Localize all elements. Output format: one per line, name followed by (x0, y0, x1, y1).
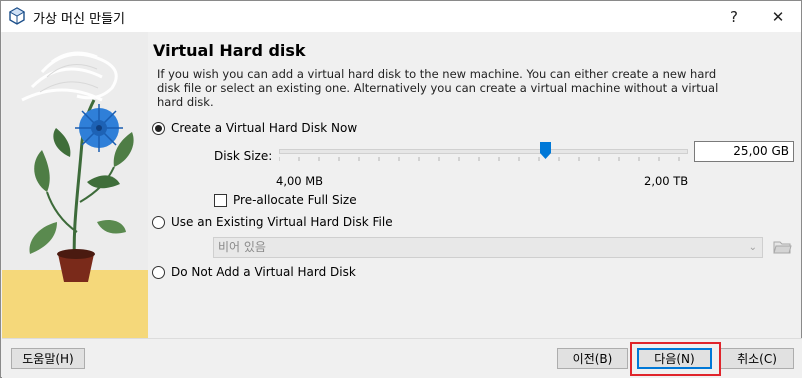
slider-thumb[interactable] (540, 142, 551, 159)
page-title: Virtual Hard disk (153, 41, 306, 60)
back-button[interactable]: 이전(B) (557, 348, 628, 369)
existing-disk-combo-value: 비어 있음 (218, 240, 266, 254)
option-do-not-add[interactable]: Do Not Add a Virtual Hard Disk (152, 265, 356, 279)
help-button[interactable]: 도움말(H) (11, 348, 85, 369)
virtualbox-icon (8, 7, 26, 25)
slider-max-label: 2,00 TB (644, 174, 689, 188)
option-use-existing-label: Use an Existing Virtual Hard Disk File (171, 215, 393, 229)
disk-size-input[interactable]: 25,00 GB (694, 141, 794, 162)
close-icon: ✕ (771, 7, 785, 26)
disk-size-label: Disk Size: (214, 149, 273, 163)
slider-ticks (279, 157, 680, 161)
option-create-new-label: Create a Virtual Hard Disk Now (171, 121, 358, 135)
help-title-button[interactable]: ? (712, 1, 756, 32)
existing-disk-combo[interactable]: 비어 있음 ⌄ (213, 237, 763, 258)
option-do-not-add-label: Do Not Add a Virtual Hard Disk (171, 265, 356, 279)
close-button[interactable]: ✕ (756, 1, 800, 32)
preallocate-option[interactable]: Pre-allocate Full Size (214, 193, 357, 207)
chevron-down-icon: ⌄ (748, 242, 757, 253)
disk-size-slider[interactable] (279, 149, 688, 154)
question-icon: ? (730, 7, 738, 26)
option-create-new[interactable]: Create a Virtual Hard Disk Now (152, 121, 357, 135)
button-bar: 도움말(H) 이전(B) 다음(N) 취소(C) (2, 338, 802, 378)
create-vm-dialog: 가상 머신 만들기 ? ✕ Virtual Hard disk If you w… (0, 0, 802, 378)
next-button[interactable]: 다음(N) (637, 348, 712, 369)
cancel-button[interactable]: 취소(C) (720, 348, 794, 369)
wizard-illustration (2, 32, 148, 338)
preallocate-label: Pre-allocate Full Size (233, 193, 357, 207)
window-title: 가상 머신 만들기 (33, 12, 125, 27)
wizard-content: Virtual Hard disk If you wish you can ad… (148, 32, 801, 338)
option-use-existing[interactable]: Use an Existing Virtual Hard Disk File (152, 215, 393, 229)
preallocate-checkbox[interactable] (214, 193, 227, 207)
radio-do-not-add[interactable] (152, 265, 165, 279)
page-description: If you wish you can add a virtual hard d… (157, 67, 719, 109)
slider-min-label: 4,00 MB (276, 174, 324, 188)
radio-use-existing[interactable] (152, 215, 165, 229)
plant-illustration (2, 32, 148, 338)
radio-create-new[interactable] (152, 121, 165, 135)
title-bar: 가상 머신 만들기 ? ✕ (1, 1, 801, 32)
folder-open-icon[interactable] (772, 237, 792, 257)
